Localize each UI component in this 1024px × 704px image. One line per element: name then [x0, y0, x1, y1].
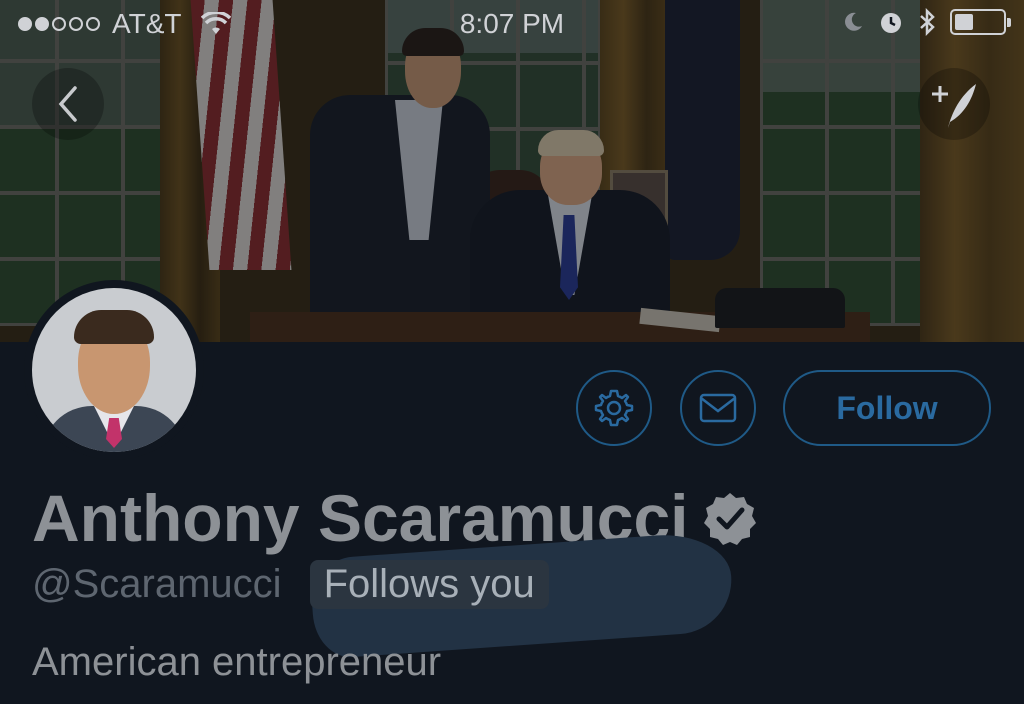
battery-level	[955, 14, 974, 30]
compose-tweet-button[interactable]	[918, 68, 990, 140]
settings-button[interactable]	[576, 370, 652, 446]
status-bar: AT&T 8:07 PM	[0, 0, 1024, 50]
profile-bio: American entrepreneur	[32, 640, 442, 684]
status-icons	[842, 8, 1011, 36]
direct-message-button[interactable]	[680, 370, 756, 446]
avatar-hair	[74, 310, 154, 344]
moon-icon	[845, 12, 862, 31]
follows-you-badge: Follows you	[309, 560, 549, 609]
battery-icon	[950, 9, 1011, 35]
bluetooth-icon	[920, 8, 935, 36]
alarm-icon	[881, 13, 901, 33]
profile-handle: @Scaramucci	[32, 562, 282, 606]
back-button[interactable]	[32, 68, 104, 140]
compose-tweet-icon	[932, 84, 976, 128]
avatar[interactable]	[24, 280, 204, 460]
follow-button[interactable]: Follow	[783, 370, 991, 446]
gear-icon	[594, 389, 634, 427]
verified-badge-icon	[703, 493, 756, 545]
avatar-photo	[32, 288, 196, 452]
handle-row: @Scaramucci Follows you	[32, 560, 549, 609]
chevron-left-icon	[58, 86, 77, 122]
envelope-icon	[699, 393, 737, 423]
